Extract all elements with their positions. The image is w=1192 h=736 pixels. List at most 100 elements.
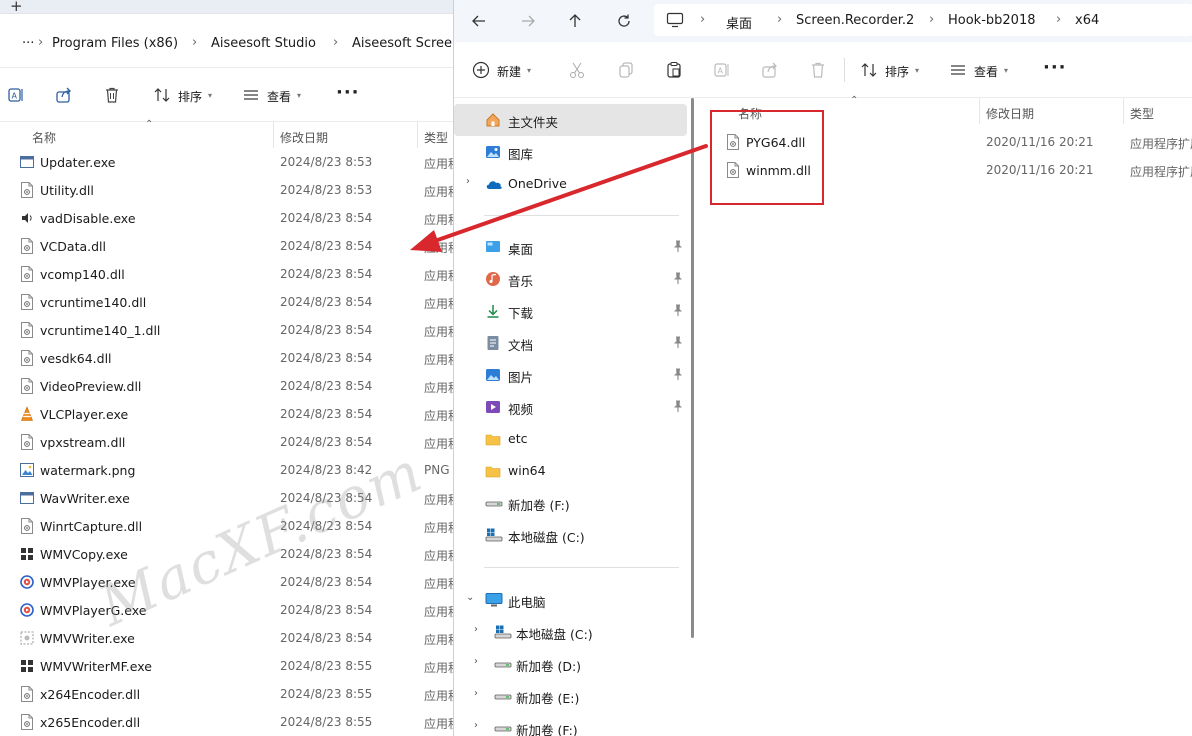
breadcrumb-item[interactable]: Program Files (x86) <box>52 36 178 51</box>
nav-item-quick-access[interactable]: 本地磁盘 (C:) <box>454 519 687 551</box>
table-row[interactable]: WavWriter.exe 2024/8/23 8:54 应用程 <box>0 484 453 512</box>
table-row[interactable]: x264Encoder.dll 2024/8/23 8:55 应用程 <box>0 680 453 708</box>
rename-icon[interactable]: A <box>6 85 26 105</box>
table-row[interactable]: x265Encoder.dll 2024/8/23 8:55 应用程 <box>0 708 453 736</box>
table-row[interactable]: Updater.exe 2024/8/23 8:53 应用程 <box>0 148 453 176</box>
rename-icon[interactable]: A <box>712 60 732 80</box>
table-row[interactable]: WMVWriter.exe 2024/8/23 8:54 应用程 <box>0 624 453 652</box>
table-row[interactable]: VideoPreview.dll 2024/8/23 8:54 应用程 <box>0 372 453 400</box>
view-button-label[interactable]: 查看 <box>267 88 291 105</box>
nav-item-quick-access[interactable]: 音乐 <box>454 263 687 295</box>
trash-icon[interactable] <box>808 60 828 80</box>
new-plus-icon[interactable] <box>471 60 491 80</box>
view-icon[interactable] <box>948 60 968 80</box>
breadcrumb-item[interactable]: x64 <box>1075 13 1099 28</box>
view-button-label[interactable]: 查看 <box>974 63 998 80</box>
column-divider[interactable] <box>979 98 980 124</box>
nav-item-drive[interactable]: › 新加卷 (F:) <box>454 712 687 736</box>
breadcrumb-item[interactable]: Screen.Recorder.2 <box>796 13 914 28</box>
table-row[interactable]: WMVCopy.exe 2024/8/23 8:54 应用程 <box>0 540 453 568</box>
nav-item-drive[interactable]: › 新加卷 (E:) <box>454 680 687 712</box>
breadcrumb-item[interactable]: Aiseesoft Screen <box>352 36 453 51</box>
nav-item-home[interactable]: 主文件夹 <box>454 104 687 136</box>
breadcrumb-item[interactable]: Hook-bb2018 <box>948 13 1036 28</box>
folder-icon <box>485 463 501 479</box>
sort-icon[interactable] <box>859 60 879 80</box>
chevron-right-icon[interactable]: › <box>474 624 478 635</box>
pin-icon[interactable] <box>672 399 684 413</box>
sort-button-label[interactable]: 排序 <box>885 63 909 80</box>
table-row[interactable]: WMVPlayerG.exe 2024/8/23 8:54 应用程 <box>0 596 453 624</box>
table-row[interactable]: WMVPlayer.exe 2024/8/23 8:54 应用程 <box>0 568 453 596</box>
paste-icon[interactable] <box>664 60 684 80</box>
share-icon[interactable] <box>54 85 74 105</box>
more-options-button[interactable]: ··· <box>336 82 360 103</box>
share-icon[interactable] <box>760 60 780 80</box>
sort-icon[interactable] <box>152 85 172 105</box>
table-row[interactable]: VCData.dll 2024/8/23 8:54 应用程 <box>0 232 453 260</box>
copy-icon[interactable] <box>616 60 636 80</box>
trash-icon[interactable] <box>102 85 122 105</box>
left-address-bar[interactable]: ··· › Program Files (x86) › Aiseesoft St… <box>0 14 453 68</box>
nav-item-onedrive[interactable]: › OneDrive <box>454 168 687 200</box>
up-arrow-icon[interactable] <box>564 10 586 32</box>
table-row[interactable]: vcomp140.dll 2024/8/23 8:54 应用程 <box>0 260 453 288</box>
breadcrumb-item[interactable]: Aiseesoft Studio <box>211 36 316 51</box>
pin-icon[interactable] <box>672 335 684 349</box>
column-divider[interactable] <box>417 122 418 148</box>
chevron-down-icon[interactable]: ⌄ <box>466 592 474 603</box>
nav-item-drive[interactable]: › 新加卷 (D:) <box>454 648 687 680</box>
sort-button-label[interactable]: 排序 <box>178 88 202 105</box>
table-row[interactable]: vpxstream.dll 2024/8/23 8:54 应用程 <box>0 428 453 456</box>
pin-icon[interactable] <box>672 303 684 317</box>
nav-item-quick-access[interactable]: 桌面 <box>454 231 687 263</box>
chevron-right-icon[interactable]: › <box>474 688 478 699</box>
pin-icon[interactable] <box>672 239 684 253</box>
table-row[interactable]: WMVWriterMF.exe 2024/8/23 8:55 应用程 <box>0 652 453 680</box>
nav-item-drive[interactable]: › 本地磁盘 (C:) <box>454 616 687 648</box>
nav-scrollbar[interactable] <box>691 98 694 638</box>
table-row[interactable]: VLCPlayer.exe 2024/8/23 8:54 应用程 <box>0 400 453 428</box>
cut-icon[interactable] <box>567 60 587 80</box>
chevron-right-icon[interactable]: › <box>474 720 478 731</box>
table-row[interactable]: vadDisable.exe 2024/8/23 8:54 应用程 <box>0 204 453 232</box>
table-row[interactable]: watermark.png 2024/8/23 8:42 PNG <box>0 456 453 484</box>
nav-item-quick-access[interactable]: 新加卷 (F:) <box>454 487 687 519</box>
file-type: 应用程 <box>424 381 453 395</box>
column-name-header[interactable]: 名称 <box>32 129 56 146</box>
nav-item-quick-access[interactable]: 视频 <box>454 391 687 423</box>
nav-item-quick-access[interactable]: 图片 <box>454 359 687 391</box>
new-button-label[interactable]: 新建 <box>497 63 521 80</box>
column-type-header[interactable]: 类型 <box>424 129 448 146</box>
right-address-bar[interactable]: › 桌面 › Screen.Recorder.2 › Hook-bb2018 ›… <box>654 4 1192 36</box>
pin-icon[interactable] <box>672 367 684 381</box>
back-arrow-icon[interactable] <box>468 10 490 32</box>
nav-item-quick-access[interactable]: win64 <box>454 455 687 487</box>
table-row[interactable]: WinrtCapture.dll 2024/8/23 8:54 应用程 <box>0 512 453 540</box>
column-divider[interactable] <box>273 122 274 148</box>
column-date-header[interactable]: 修改日期 <box>986 105 1034 122</box>
chevron-right-icon[interactable]: › <box>474 656 478 667</box>
nav-item-quick-access[interactable]: 文档 <box>454 327 687 359</box>
column-date-header[interactable]: 修改日期 <box>280 129 328 146</box>
breadcrumb-item[interactable]: 桌面 <box>726 13 752 32</box>
nav-item-quick-access[interactable]: 下载 <box>454 295 687 327</box>
breadcrumb-more-button[interactable]: ··· <box>22 36 34 51</box>
column-divider[interactable] <box>1123 98 1124 124</box>
nav-item-gallery[interactable]: 图库 <box>454 136 687 168</box>
table-row[interactable]: vesdk64.dll 2024/8/23 8:54 应用程 <box>0 344 453 372</box>
nav-item-quick-access[interactable]: etc <box>454 423 687 455</box>
forward-arrow-icon[interactable] <box>517 10 539 32</box>
table-row[interactable]: Utility.dll 2024/8/23 8:53 应用程 <box>0 176 453 204</box>
new-tab-button[interactable]: + <box>10 0 23 15</box>
nav-item-this-pc[interactable]: ⌄ 此电脑 <box>454 584 687 616</box>
more-options-button[interactable]: ··· <box>1043 57 1067 78</box>
refresh-icon[interactable] <box>613 10 635 32</box>
column-type-header[interactable]: 类型 <box>1130 105 1154 122</box>
table-row[interactable]: vcruntime140_1.dll 2024/8/23 8:54 应用程 <box>0 316 453 344</box>
nav-label: 图库 <box>508 147 534 162</box>
table-row[interactable]: vcruntime140.dll 2024/8/23 8:54 应用程 <box>0 288 453 316</box>
view-icon[interactable] <box>241 85 261 105</box>
chevron-right-icon[interactable]: › <box>466 176 470 187</box>
pin-icon[interactable] <box>672 271 684 285</box>
